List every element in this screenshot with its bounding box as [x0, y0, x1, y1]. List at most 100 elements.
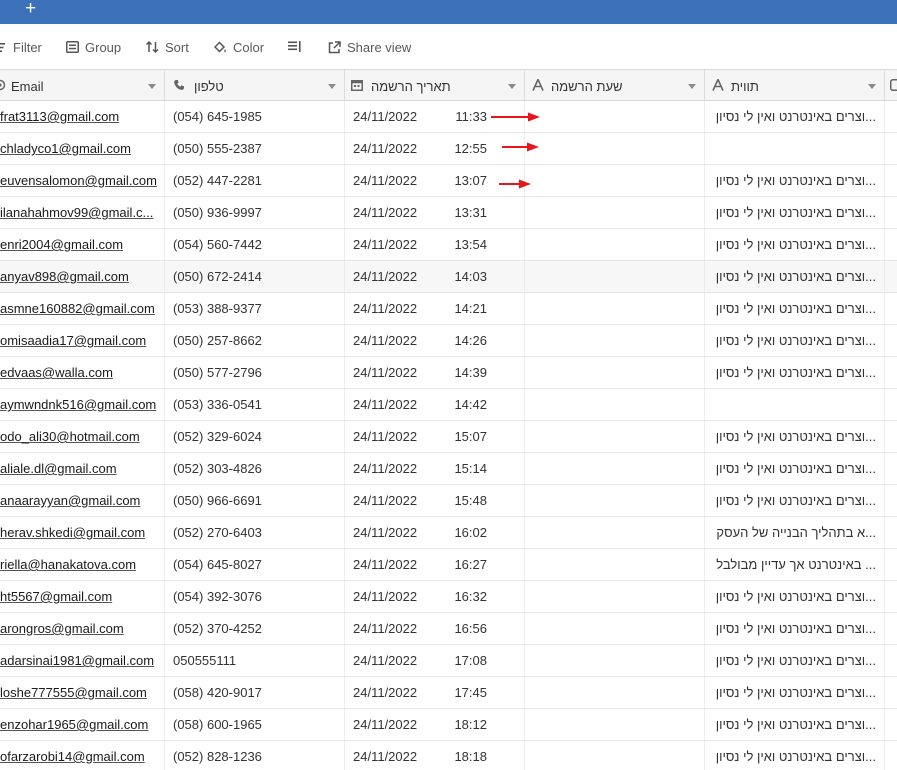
email-link[interactable]: arongros@gmail.com	[0, 613, 124, 644]
next-field-cell[interactable]	[885, 389, 897, 420]
registration-hour-cell[interactable]	[525, 485, 705, 516]
email-link[interactable]: ht5567@gmail.com	[0, 581, 112, 612]
email-cell[interactable]: ofarzarobi14@gmail.com	[0, 741, 165, 770]
column-header-next[interactable]	[885, 70, 897, 101]
registration-hour-cell[interactable]	[525, 165, 705, 196]
email-link[interactable]: ilanahahmov99@gmail.c...	[0, 197, 153, 228]
column-header-registration-hour[interactable]: שעת הרשמה	[525, 70, 705, 101]
column-header-tag[interactable]: תווית	[705, 70, 885, 101]
sort-button[interactable]: Sort	[146, 38, 189, 56]
registration-date-cell[interactable]: 24/11/2022 12:55	[345, 133, 525, 164]
next-field-cell[interactable]	[885, 741, 897, 770]
chevron-down-icon[interactable]	[328, 84, 336, 89]
tag-cell[interactable]: ...וצרים באינטרנט ואין לי נסיון	[705, 709, 885, 740]
phone-cell[interactable]: (054) 645-8027	[165, 549, 345, 580]
registration-date-cell[interactable]: 24/11/2022 16:27	[345, 549, 525, 580]
next-field-cell[interactable]	[885, 293, 897, 324]
tag-cell[interactable]: ...וצרים באינטרנט ואין לי נסיון	[705, 453, 885, 484]
registration-hour-cell[interactable]	[525, 133, 705, 164]
tag-cell[interactable]: ...וצרים באינטרנט ואין לי נסיון	[705, 581, 885, 612]
column-header-email[interactable]: Email	[0, 70, 165, 101]
email-link[interactable]: anaarayyan@gmail.com	[0, 485, 140, 516]
column-header-phone[interactable]: טלפון	[165, 70, 345, 101]
phone-cell[interactable]: (050) 577-2796	[165, 357, 345, 388]
tag-cell[interactable]	[705, 389, 885, 420]
next-field-cell[interactable]	[885, 197, 897, 228]
next-field-cell[interactable]	[885, 357, 897, 388]
add-table-button[interactable]: +	[25, 0, 36, 20]
registration-date-cell[interactable]: 24/11/2022 13:07	[345, 165, 525, 196]
tag-cell[interactable]: ...וצרים באינטרנט ואין לי נסיון	[705, 325, 885, 356]
table-row[interactable]: asmne160882@gmail.com (053) 388-9377 24/11…	[0, 293, 897, 325]
email-link[interactable]: aliale.dl@gmail.com	[0, 453, 117, 484]
registration-hour-cell[interactable]	[525, 581, 705, 612]
share-view-button[interactable]: Share view	[328, 38, 411, 56]
email-cell[interactable]: ilanahahmov99@gmail.c...	[0, 197, 165, 228]
phone-cell[interactable]: (052) 270-6403	[165, 517, 345, 548]
email-link[interactable]: adarsinai1981@gmail.com	[0, 645, 154, 676]
color-button[interactable]: Color	[213, 38, 264, 56]
registration-date-cell[interactable]: 24/11/2022 14:21	[345, 293, 525, 324]
email-cell[interactable]: herav.shkedi@gmail.com	[0, 517, 165, 548]
email-cell[interactable]: edvaas@walla.com	[0, 357, 165, 388]
email-cell[interactable]: odo_ali30@hotmail.com	[0, 421, 165, 452]
table-row[interactable]: aymwndnk516@gmail.com (053) 336-0541 24/11…	[0, 389, 897, 421]
registration-hour-cell[interactable]	[525, 517, 705, 548]
next-field-cell[interactable]	[885, 261, 897, 292]
table-row[interactable]: herav.shkedi@gmail.com (052) 270-6403 24/1…	[0, 517, 897, 549]
phone-cell[interactable]: (052) 828-1236	[165, 741, 345, 770]
registration-date-cell[interactable]: 24/11/2022 18:12	[345, 709, 525, 740]
tag-cell[interactable]: ...א בתהליך הבנייה של העסק	[705, 517, 885, 548]
next-field-cell[interactable]	[885, 645, 897, 676]
registration-hour-cell[interactable]	[525, 229, 705, 260]
registration-hour-cell[interactable]	[525, 741, 705, 770]
email-cell[interactable]: anyav898@gmail.com	[0, 261, 165, 292]
next-field-cell[interactable]	[885, 549, 897, 580]
email-link[interactable]: aymwndnk516@gmail.com	[0, 389, 156, 420]
table-row[interactable]: enri2004@gmail.com (054) 560-7442 24/11/20…	[0, 229, 897, 261]
email-link[interactable]: chladyco1@gmail.com	[0, 133, 131, 164]
tag-cell[interactable]: ... באינטרנט אך עדיין מבולבל	[705, 549, 885, 580]
email-link[interactable]: frat3113@gmail.com	[0, 101, 119, 132]
row-height-button[interactable]	[288, 38, 308, 56]
next-field-cell[interactable]	[885, 613, 897, 644]
table-row[interactable]: aliale.dl@gmail.com (052) 303-4826 24/11/2…	[0, 453, 897, 485]
registration-hour-cell[interactable]	[525, 549, 705, 580]
registration-date-cell[interactable]: 24/11/2022 14:42	[345, 389, 525, 420]
registration-date-cell[interactable]: 24/11/2022 17:45	[345, 677, 525, 708]
registration-hour-cell[interactable]	[525, 261, 705, 292]
registration-hour-cell[interactable]	[525, 645, 705, 676]
email-cell[interactable]: omisaadia17@gmail.com	[0, 325, 165, 356]
chevron-down-icon[interactable]	[868, 84, 876, 89]
email-cell[interactable]: adarsinai1981@gmail.com	[0, 645, 165, 676]
email-link[interactable]: euvensalomon@gmail.com	[0, 165, 157, 196]
phone-cell[interactable]: (052) 447-2281	[165, 165, 345, 196]
group-button[interactable]: Group	[66, 38, 121, 56]
email-cell[interactable]: ht5567@gmail.com	[0, 581, 165, 612]
email-cell[interactable]: aymwndnk516@gmail.com	[0, 389, 165, 420]
tag-cell[interactable]	[705, 133, 885, 164]
registration-date-cell[interactable]: 24/11/2022 16:32	[345, 581, 525, 612]
next-field-cell[interactable]	[885, 133, 897, 164]
table-row[interactable]: frat3113@gmail.com (054) 645-1985 24/11/20…	[0, 101, 897, 133]
email-link[interactable]: ofarzarobi14@gmail.com	[0, 741, 145, 770]
email-link[interactable]: omisaadia17@gmail.com	[0, 325, 146, 356]
registration-date-cell[interactable]: 24/11/2022 14:39	[345, 357, 525, 388]
registration-date-cell[interactable]: 24/11/2022 16:56	[345, 613, 525, 644]
registration-hour-cell[interactable]	[525, 197, 705, 228]
phone-cell[interactable]: (054) 560-7442	[165, 229, 345, 260]
tag-cell[interactable]: ...וצרים באינטרנט ואין לי נסיון	[705, 485, 885, 516]
phone-cell[interactable]: (050) 936-9997	[165, 197, 345, 228]
phone-cell[interactable]: (054) 392-3076	[165, 581, 345, 612]
phone-cell[interactable]: (050) 672-2414	[165, 261, 345, 292]
email-cell[interactable]: enzohar1965@gmail.com	[0, 709, 165, 740]
registration-date-cell[interactable]: 24/11/2022 17:08	[345, 645, 525, 676]
email-link[interactable]: asmne160882@gmail.com	[0, 293, 155, 324]
email-cell[interactable]: frat3113@gmail.com	[0, 101, 165, 132]
registration-hour-cell[interactable]	[525, 613, 705, 644]
tag-cell[interactable]: ...וצרים באינטרנט ואין לי נסיון	[705, 677, 885, 708]
registration-date-cell[interactable]: 24/11/2022 15:07	[345, 421, 525, 452]
phone-cell[interactable]: (050) 257-8662	[165, 325, 345, 356]
phone-cell[interactable]: (050) 966-6691	[165, 485, 345, 516]
filter-button[interactable]: Filter	[0, 38, 42, 56]
